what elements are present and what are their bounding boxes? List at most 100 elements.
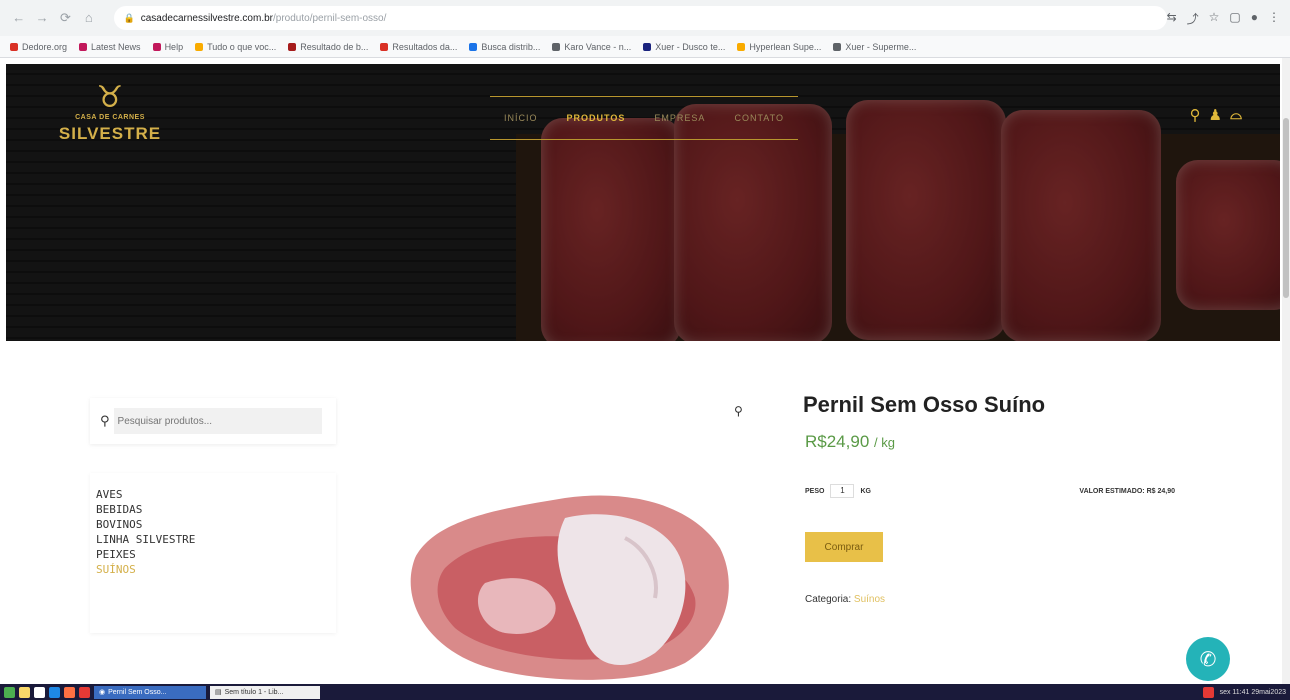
bookmark-label: Hyperlean Supe...: [749, 41, 822, 52]
nav-item[interactable]: INÍCIO: [504, 113, 538, 123]
weight-label: PESO: [805, 487, 825, 495]
tray-alert-icon[interactable]: [1202, 686, 1214, 698]
logo-top-text: CASA DE CARNES: [75, 114, 145, 121]
forward-icon[interactable]: →: [33, 9, 50, 27]
category-list: AVES BEBIDAS BOVINOS LINHA SILVESTRE PEIXES S…: [90, 473, 336, 633]
task-label: Sem título 1 - Lib...: [224, 688, 284, 696]
clock: sex 11:41 29mai2023: [1219, 688, 1286, 696]
app-icon[interactable]: [79, 686, 90, 698]
bookmark-favicon-icon: [380, 42, 389, 51]
task-label: Pernil Sem Osso...: [108, 688, 167, 696]
bookmark-item[interactable]: Busca distrib...: [469, 42, 540, 52]
home-icon[interactable]: ⌂: [80, 9, 97, 27]
bookmark-label: Resultado de b...: [300, 41, 369, 52]
bookmark-item[interactable]: Hyperlean Supe...: [737, 42, 821, 52]
bookmark-label: Xuer - Superme...: [845, 41, 917, 52]
bookmark-label: Karo Vance - n...: [564, 41, 632, 52]
bookmark-label: Busca distrib...: [481, 41, 541, 52]
bookmark-item[interactable]: Resultado de b...: [288, 42, 368, 52]
app-icon[interactable]: [49, 686, 60, 698]
address-bar[interactable]: 🔒 casadecarnessilvestre.com.br /produto/…: [113, 6, 1167, 30]
bookmark-favicon-icon: [10, 42, 18, 51]
bookmark-favicon-icon: [288, 42, 297, 51]
logo-name: SILVESTRE: [58, 124, 162, 143]
bookmark-item[interactable]: Tudo o que voc...: [195, 42, 276, 52]
site-logo[interactable]: ♉ CASA DE CARNES SILVESTRE: [50, 82, 170, 172]
taskbar-browser-task[interactable]: ◉ Pernil Sem Osso...: [94, 685, 206, 699]
bookmark-item[interactable]: Dedore.org: [10, 42, 67, 52]
category-item[interactable]: LINHA SILVESTRE: [96, 532, 336, 547]
bookmark-favicon-icon: [469, 42, 478, 51]
share-icon[interactable]: ⤴: [1187, 10, 1199, 27]
weight-unit: KG: [860, 487, 871, 495]
page-scrollbar[interactable]: [1282, 58, 1290, 684]
category-item[interactable]: BEBIDAS: [96, 502, 336, 517]
weight-row: PESO 1 KG VALOR ESTIMADO: R$ 24,90: [805, 484, 1175, 498]
bookmarks-bar: Dedore.org Latest News Help Tudo o que voc.…: [0, 36, 1290, 58]
category-item[interactable]: BOVINOS: [96, 517, 336, 532]
product-title: Pernil Sem Osso Suíno: [803, 392, 1046, 417]
category-item[interactable]: AVES: [96, 487, 336, 502]
profile-icon[interactable]: ●: [1251, 10, 1258, 27]
tab-icon[interactable]: ▢: [1229, 10, 1240, 27]
whatsapp-button[interactable]: ✆: [1186, 637, 1230, 681]
header-icons: ⚲ ♟ ⌓: [1190, 106, 1242, 124]
category-item[interactable]: PEIXES: [96, 547, 336, 562]
product-search: ⚲: [90, 398, 336, 444]
bookmark-favicon-icon: [643, 42, 652, 51]
user-icon[interactable]: ♟: [1209, 106, 1222, 124]
browser-actions: ⇆ ⤴ ☆ ▢ ● ⋮: [1167, 10, 1280, 27]
menu-kebab-icon[interactable]: ⋮: [1268, 10, 1280, 27]
system-tray: sex 11:41 29mai2023: [1202, 686, 1286, 698]
bookmark-star-icon[interactable]: ☆: [1209, 10, 1220, 27]
bookmark-favicon-icon: [152, 42, 161, 51]
estimate-label: VALOR ESTIMADO:: [1079, 487, 1145, 495]
bookmark-label: Xuer - Dusco te...: [655, 41, 726, 52]
folder-icon[interactable]: [19, 686, 30, 698]
product-search-input[interactable]: [113, 408, 322, 434]
website: ♉ CASA DE CARNES SILVESTRE INÍCIO PRODUTO…: [0, 58, 1282, 684]
taskbar-writer-task[interactable]: ▤ Sem título 1 - Lib...: [210, 685, 320, 699]
chrome-icon: ◉: [99, 689, 106, 696]
category-link[interactable]: Suínos: [854, 594, 885, 605]
browser-toolbar: ← → ⟳ ⌂ 🔒 casadecarnessilvestre.com.br /…: [0, 0, 1290, 36]
nav-item[interactable]: EMPRESA: [654, 113, 705, 123]
bookmark-favicon-icon: [195, 42, 204, 51]
bookmark-item[interactable]: Xuer - Dusco te...: [643, 42, 725, 52]
basket-icon[interactable]: ⌓: [1230, 106, 1242, 124]
lock-icon: 🔒: [123, 12, 135, 23]
category-label: Categoria:: [805, 594, 852, 605]
hero-banner: ♉ CASA DE CARNES SILVESTRE INÍCIO PRODUTO…: [6, 64, 1280, 341]
terminal-icon[interactable]: [34, 686, 45, 698]
bookmark-label: Dedore.org: [22, 41, 68, 52]
nav-item[interactable]: PRODUTOS: [567, 113, 626, 123]
bookmark-item[interactable]: Xuer - Superme...: [833, 42, 916, 52]
firefox-icon[interactable]: [64, 686, 75, 698]
bookmark-label: Latest News: [91, 41, 141, 52]
bookmark-favicon-icon: [737, 42, 746, 51]
scrollbar-thumb[interactable]: [1283, 118, 1289, 298]
bookmark-item[interactable]: Help: [152, 42, 183, 52]
weight-input[interactable]: 1: [830, 484, 855, 498]
bookmark-favicon-icon: [552, 42, 561, 51]
price-unit: / kg: [874, 435, 895, 450]
buy-button[interactable]: Comprar: [805, 532, 883, 562]
product-price: R$24,90 / kg: [805, 432, 895, 452]
zoom-icon[interactable]: ⚲: [734, 404, 743, 418]
category-item[interactable]: SUÍNOS: [96, 562, 336, 577]
search-icon[interactable]: ⚲: [1190, 106, 1201, 124]
estimate-amount: R$ 24,90: [1146, 487, 1175, 495]
start-menu-icon[interactable]: [4, 686, 15, 698]
bookmark-item[interactable]: Karo Vance - n...: [552, 42, 631, 52]
bookmark-label: Tudo o que voc...: [207, 41, 277, 52]
bookmark-item[interactable]: Resultados da...: [380, 42, 457, 52]
reload-icon[interactable]: ⟳: [57, 9, 74, 27]
nav-item[interactable]: CONTATO: [734, 113, 784, 123]
bookmark-label: Resultados da...: [392, 41, 458, 52]
estimated-value: VALOR ESTIMADO: R$ 24,90: [1079, 488, 1175, 495]
main-nav: INÍCIO PRODUTOS EMPRESA CONTATO: [490, 96, 798, 140]
translate-icon[interactable]: ⇆: [1167, 10, 1177, 27]
taskbar: ◉ Pernil Sem Osso... ▤ Sem título 1 - Li…: [0, 684, 1290, 700]
back-icon[interactable]: ←: [10, 9, 27, 27]
bookmark-item[interactable]: Latest News: [79, 42, 141, 52]
